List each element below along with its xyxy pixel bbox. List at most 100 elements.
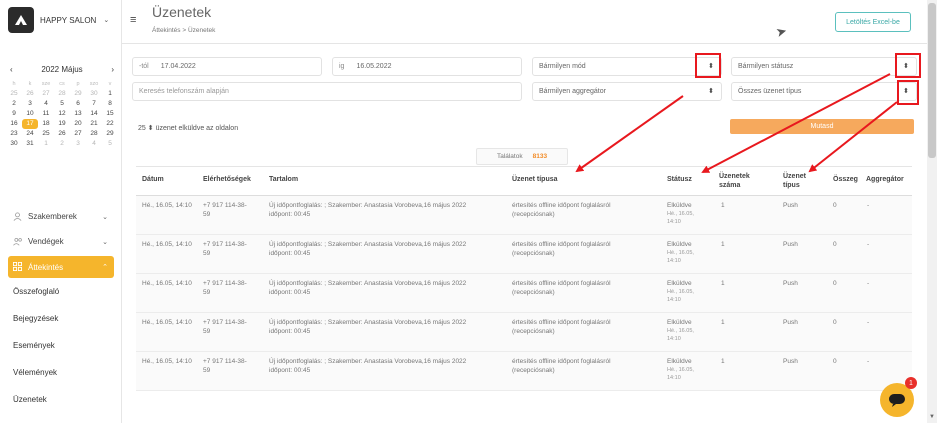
calendar-day[interactable]: 18	[38, 119, 54, 129]
calendar-day[interactable]: 12	[54, 109, 70, 119]
calendar-day-today[interactable]: 17	[22, 119, 38, 129]
col-message-kind[interactable]: Üzenet típus	[783, 172, 806, 190]
cell-status: Elküldve	[667, 280, 692, 287]
table-row[interactable]: Hé., 16.05, 14:10 +7 917 114-38- Új időpon…	[136, 235, 912, 274]
calendar-day[interactable]: 4	[86, 139, 102, 149]
calendar-prev-button[interactable]: ‹	[10, 65, 13, 74]
calendar-day[interactable]: 22	[102, 119, 118, 129]
hamburger-icon[interactable]: ≡	[130, 14, 136, 26]
col-message-kind-line2: típus	[783, 182, 800, 189]
brand-switcher[interactable]: HAPPY SALON ⌄	[8, 6, 120, 34]
sidebar-subitem-records[interactable]: Bejegyzések	[0, 305, 122, 332]
date-from-field[interactable]: -tól 17.04.2022	[132, 57, 322, 76]
cell-phone: +7 917 114-38-	[203, 241, 247, 248]
cell-content: Új időpontfoglalás: ; Szakember: Anastas…	[269, 241, 467, 248]
calendar-day[interactable]: 30	[6, 139, 22, 149]
sidebar-subitem-summary[interactable]: Összefoglaló	[0, 278, 122, 305]
sidebar-item-guests[interactable]: Vendégek ⌄	[0, 229, 122, 254]
cell-date: Hé., 16.05, 14:10	[142, 202, 192, 209]
message-type-select[interactable]: Összes üzenet típus ⬍	[731, 82, 917, 101]
table-row[interactable]: Hé., 16.05, 14:10 +7 917 114-38- Új időpon…	[136, 352, 912, 391]
calendar-day[interactable]: 2	[6, 99, 22, 109]
cell-date: Hé., 16.05, 14:10	[142, 319, 192, 326]
calendar-day[interactable]: 10	[22, 109, 38, 119]
calendar-day[interactable]: 26	[54, 129, 70, 139]
calendar-next-button[interactable]: ›	[111, 65, 114, 74]
col-amount[interactable]: Összeg	[833, 175, 858, 184]
sidebar-item-specialists[interactable]: Szakemberek ⌄	[0, 204, 122, 229]
calendar-day[interactable]: 15	[102, 109, 118, 119]
aggregator-select-value: Bármilyen aggregátor	[539, 88, 606, 95]
calendar-day[interactable]: 3	[22, 99, 38, 109]
calendar-day[interactable]: 25	[6, 89, 22, 99]
calendar-weekday: k	[28, 81, 32, 87]
calendar-day[interactable]: 20	[70, 119, 86, 129]
col-date[interactable]: Dátum	[142, 175, 164, 184]
calendar-day[interactable]: 31	[22, 139, 38, 149]
col-status[interactable]: Státusz	[667, 175, 692, 184]
calendar-day[interactable]: 19	[54, 119, 70, 129]
calendar-day[interactable]: 11	[38, 109, 54, 119]
cell-status-time: 14:10	[667, 219, 681, 225]
calendar-day[interactable]: 1	[38, 139, 54, 149]
date-to-field[interactable]: ig 16.05.2022	[332, 57, 522, 76]
calendar-day[interactable]: 2	[54, 139, 70, 149]
cell-content: Új időpontfoglalás: ; Szakember: Anastas…	[269, 358, 467, 365]
sidebar-subitem-events[interactable]: Események	[0, 332, 122, 359]
calendar-day[interactable]: 16	[6, 119, 22, 129]
calendar-day[interactable]: 23	[6, 129, 22, 139]
calendar-day[interactable]: 7	[86, 99, 102, 109]
calendar-day[interactable]: 3	[70, 139, 86, 149]
col-aggregator[interactable]: Aggregátor	[866, 175, 904, 184]
excel-download-button[interactable]: Letöltés Excel-be	[835, 12, 911, 32]
table-row[interactable]: Hé., 16.05, 14:10 +7 917 114-38- Új időpon…	[136, 313, 912, 352]
table-row[interactable]: Hé., 16.05, 14:10 +7 917 114-38- Új időpon…	[136, 274, 912, 313]
scrollbar-thumb[interactable]	[928, 3, 936, 158]
calendar-day[interactable]: 24	[22, 129, 38, 139]
scroll-down-icon[interactable]: ▼	[929, 414, 935, 420]
annotation-box	[695, 53, 721, 78]
calendar-day[interactable]: 25	[38, 129, 54, 139]
cell-message-count: 1	[721, 202, 725, 209]
calendar-day[interactable]: 8	[102, 99, 118, 109]
calendar-day[interactable]: 27	[38, 89, 54, 99]
calendar-day[interactable]: 28	[54, 89, 70, 99]
calendar-day[interactable]: 5	[54, 99, 70, 109]
table-row[interactable]: Hé., 16.05, 14:10 +7 917 114-38- Új időpon…	[136, 196, 912, 235]
calendar-day[interactable]: 29	[102, 129, 118, 139]
message-type-select-value: Összes üzenet típus	[738, 88, 802, 95]
sidebar-item-overview[interactable]: Áttekintés ⌃	[8, 256, 114, 278]
calendar-day[interactable]: 14	[86, 109, 102, 119]
calendar-day[interactable]: 26	[22, 89, 38, 99]
results-count: 8133	[532, 153, 548, 160]
annotation-arrow	[575, 95, 684, 173]
phone-search-input[interactable]: Keresés telefonszám alapján	[132, 82, 522, 101]
calendar-day[interactable]: 13	[70, 109, 86, 119]
calendar-day[interactable]: 6	[70, 99, 86, 109]
calendar-day[interactable]: 28	[86, 129, 102, 139]
col-content[interactable]: Tartalom	[269, 175, 298, 184]
calendar-day[interactable]: 29	[70, 89, 86, 99]
col-message-type[interactable]: Üzenet típusa	[512, 175, 558, 184]
aggregator-select[interactable]: Bármilyen aggregátor ⬍	[532, 82, 722, 101]
col-contacts[interactable]: Elérhetőségek	[203, 175, 251, 184]
calendar-day[interactable]: 27	[70, 129, 86, 139]
calendar-day[interactable]: 4	[38, 99, 54, 109]
calendar-day[interactable]: 5	[102, 139, 118, 149]
col-message-count[interactable]: Üzenetek száma	[719, 172, 750, 190]
per-page-control[interactable]: 25 ⬍ üzenet elküldve az oldalon	[138, 124, 238, 132]
calendar-day[interactable]: 21	[86, 119, 102, 129]
calendar-day[interactable]: 9	[6, 109, 22, 119]
status-select[interactable]: Bármilyen státusz ⬍	[731, 57, 917, 76]
mode-select[interactable]: Bármilyen mód ⬍	[532, 57, 722, 76]
sidebar-subitem-messages[interactable]: Üzenetek	[0, 386, 122, 413]
show-button[interactable]: Mutasd	[730, 119, 914, 134]
dropdown-icon: ⬍	[708, 88, 714, 95]
cell-phone-cont: 59	[203, 211, 211, 218]
calendar-day[interactable]: 1	[102, 89, 118, 99]
breadcrumb[interactable]: Áttekintés > Üzenetek	[152, 27, 215, 34]
sidebar-subitem-reviews[interactable]: Vélemények	[0, 359, 122, 386]
cell-message-kind: Push	[783, 319, 798, 326]
cell-phone-cont: 59	[203, 250, 211, 257]
calendar-day[interactable]: 30	[86, 89, 102, 99]
